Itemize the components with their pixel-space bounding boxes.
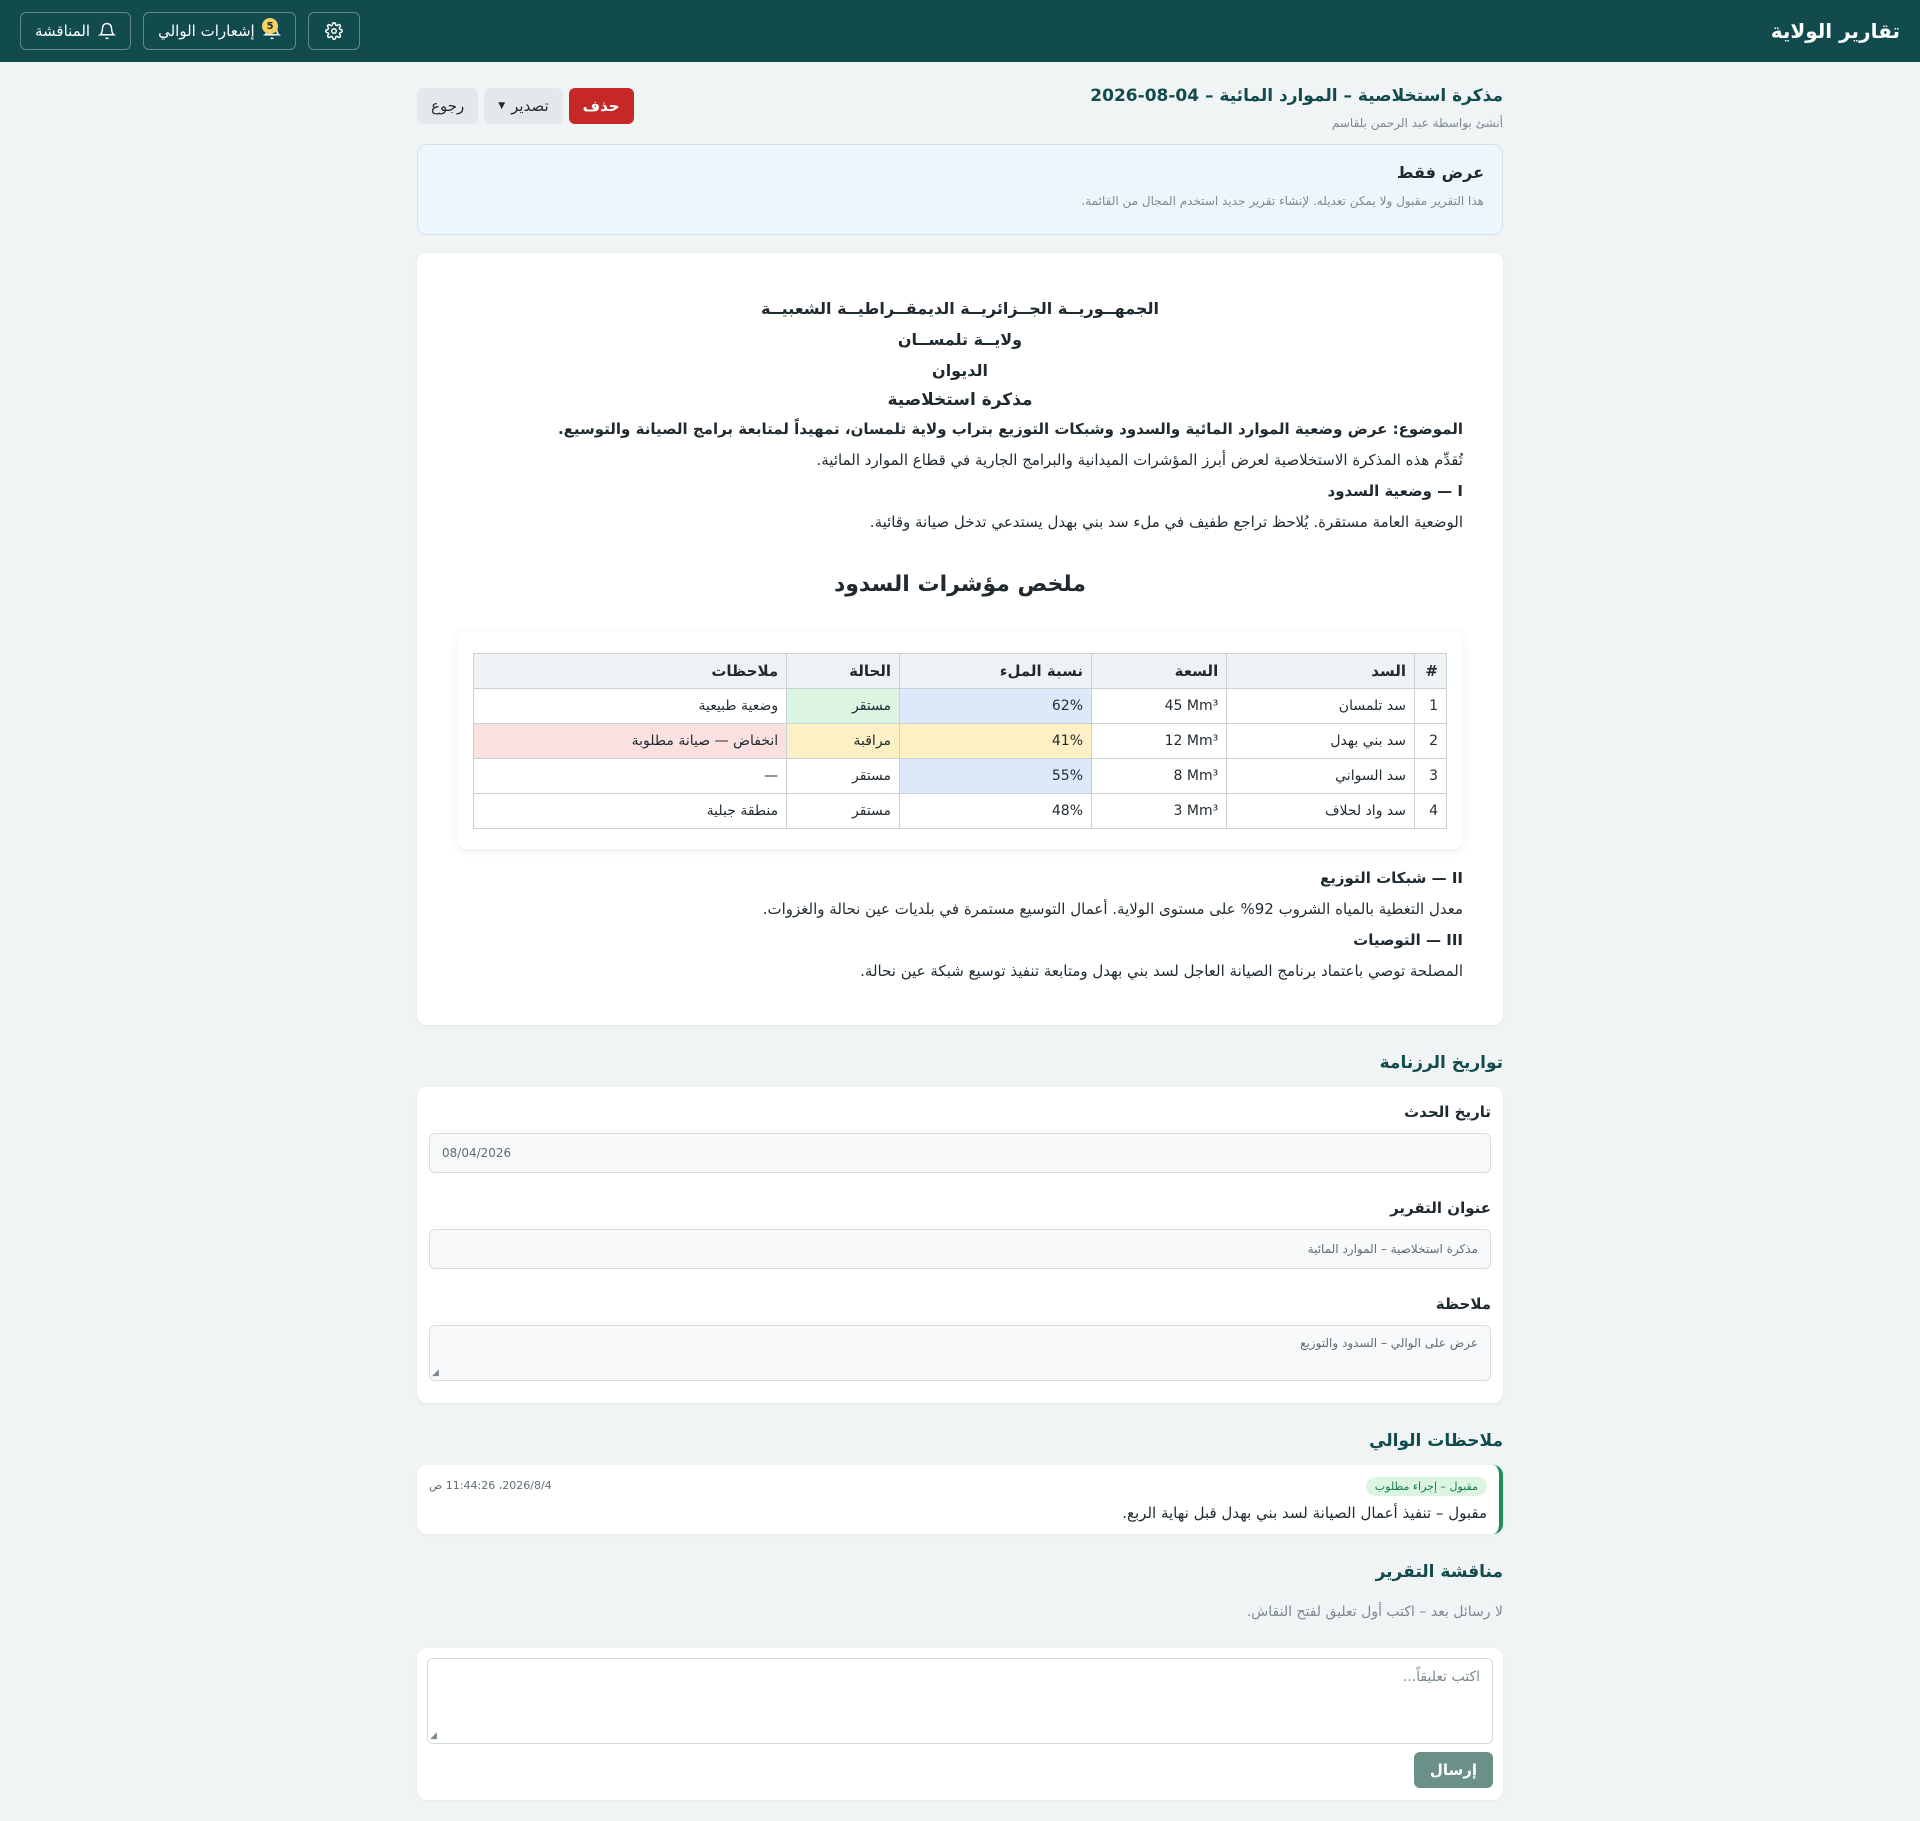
table-cell: سد تلمسان <box>1226 688 1415 724</box>
delete-button[interactable]: حذف <box>568 88 634 124</box>
dams-table: # السد السعة نسبة الملء الحالة ملاحظات 1… <box>472 653 1447 829</box>
status-badge: مقبول – إجراء مطلوب <box>1365 1477 1487 1496</box>
table-cell: 62% <box>899 688 1093 724</box>
dams-table-card: # السد السعة نسبة الملء الحالة ملاحظات 1… <box>457 631 1463 849</box>
calendar-section-title: تواريخ الرزنامة <box>1379 1053 1503 1073</box>
table-cell: مستقر <box>786 688 901 724</box>
send-button[interactable]: إرسال <box>1413 1752 1493 1788</box>
column-header: نسبة الملء <box>899 653 1093 689</box>
column-header: # <box>1414 653 1447 689</box>
section-text: المصلحة توصي باعتماد برنامج الصيانة العا… <box>860 962 1463 980</box>
document-letterhead: الجمهــوريــة الجــزائريــة الديمقــراطي… <box>457 293 1463 386</box>
note-label: ملاحظة <box>1435 1295 1491 1313</box>
notifications-label: إشعارات الوالي <box>158 22 255 40</box>
table-header-row: # السد السعة نسبة الملء الحالة ملاحظات <box>472 653 1447 689</box>
app-brand: تقارير الولاية <box>1770 19 1900 43</box>
letterhead-line: ولايــة تلمســان <box>897 330 1023 349</box>
table-cell: 12 Mm³ <box>1091 723 1228 759</box>
report-actions: حذف تصدير ▼ رجوع <box>417 88 634 124</box>
table-cell: مراقبة <box>786 723 901 759</box>
table-row: 2 سد بني بهدل 12 Mm³ 41% مراقبة انخفاض —… <box>472 723 1447 759</box>
readonly-title: عرض فقط <box>1396 163 1484 182</box>
column-header: الحالة <box>786 653 901 689</box>
table-cell: 1 <box>1414 688 1447 724</box>
note-value: عرض على الوالي – السدود والتوزيع <box>1300 1336 1478 1350</box>
notifications-count-badge: 5 <box>262 18 279 34</box>
table-title: ملخص مؤشرات السدود <box>833 572 1087 597</box>
note-textarea[interactable]: عرض على الوالي – السدود والتوزيع ◢ <box>429 1325 1491 1381</box>
event-date-label: تاريخ الحدث <box>1404 1103 1491 1121</box>
column-header: السعة <box>1091 653 1228 689</box>
report-author: أنشئ بواسطة عبد الرحمن بلقاسم <box>1331 116 1503 130</box>
table-cell: 2 <box>1414 723 1447 759</box>
readonly-notice: عرض فقط هذا التقرير مقبول ولا يمكن تعديل… <box>417 144 1503 235</box>
table-cell: منطقة جبلية <box>472 793 788 829</box>
governor-note: مقبول – إجراء مطلوب مقبول – تنفيذ أعمال … <box>417 1465 1503 1534</box>
discussion-section-title: مناقشة التقرير <box>1375 1562 1503 1582</box>
table-row: 4 سد واد لحلاف 3 Mm³ 48% مستقر منطقة جبل… <box>472 793 1447 829</box>
comment-composer: اكتب تعليقاً... ◢ إرسال <box>417 1648 1503 1800</box>
report-document: الجمهــوريــة الجــزائريــة الديمقــراطي… <box>417 253 1503 1025</box>
note-text: مقبول – تنفيذ أعمال الصيانة لسد بني بهدل… <box>1122 1504 1487 1522</box>
table-cell: 3 <box>1414 758 1447 794</box>
document-intro: تُقدِّم هذه المذكرة الاستخلاصية لعرض أبر… <box>816 451 1464 469</box>
event-date-input[interactable]: 08/04/2026 <box>429 1133 1491 1173</box>
document-subject: الموضوع: عرض وضعية الموارد المائية والسد… <box>557 420 1463 438</box>
gear-icon <box>324 22 343 40</box>
table-cell: مستقر <box>786 758 901 794</box>
export-dropdown-button[interactable]: تصدير ▼ <box>484 88 563 124</box>
main-content: مذكرة استخلاصية – الموارد المائية – 04-0… <box>417 62 1503 1800</box>
resize-grip-icon[interactable]: ◢ <box>430 1731 437 1741</box>
table-cell: 3 Mm³ <box>1091 793 1228 829</box>
resize-grip-icon[interactable]: ◢ <box>432 1368 439 1378</box>
note-timestamp: 2026/8/4، 11:44:26 ص <box>429 1479 552 1492</box>
table-row: 1 سد تلمسان 45 Mm³ 62% مستقر وضعية طبيعي… <box>472 688 1447 724</box>
table-cell: 4 <box>1414 793 1447 829</box>
table-row: 3 سد السواني 8 Mm³ 55% مستقر — <box>472 758 1447 794</box>
letterhead-line: الديوان <box>932 361 988 380</box>
discussion-empty-message: لا رسائل بعد – اكتب أول تعليق لفتح النقا… <box>1246 1604 1503 1620</box>
top-actions: المناقشة إشعارات الوالي 5 <box>20 12 360 50</box>
comment-input[interactable]: اكتب تعليقاً... ◢ <box>427 1658 1493 1744</box>
table-cell: 41% <box>899 723 1093 759</box>
comment-placeholder: اكتب تعليقاً... <box>1402 1669 1480 1685</box>
section-heading: III — التوصيات <box>1353 931 1463 949</box>
report-title-label: عنوان التقرير <box>1390 1199 1491 1217</box>
table-cell: 55% <box>899 758 1093 794</box>
table-cell: سد السواني <box>1226 758 1415 794</box>
calendar-form: تاريخ الحدث 08/04/2026 عنوان التقرير مذك… <box>417 1087 1503 1403</box>
column-header: ملاحظات <box>472 653 788 689</box>
table-cell: — <box>472 758 788 794</box>
report-header: مذكرة استخلاصية – الموارد المائية – 04-0… <box>417 86 1503 130</box>
table-cell: انخفاض — صيانة مطلوبة <box>472 723 788 759</box>
table-cell: 8 Mm³ <box>1091 758 1228 794</box>
section-text: الوضعية العامة مستقرة. يُلاحظ تراجع طفيف… <box>869 513 1463 531</box>
table-cell: 48% <box>899 793 1093 829</box>
section-text: معدل التغطية بالمياه الشروب 92% على مستو… <box>762 900 1463 918</box>
settings-button[interactable] <box>307 12 360 50</box>
table-cell: وضعية طبيعية <box>472 688 788 724</box>
report-title-input[interactable]: مذكرة استخلاصية – الموارد المائية <box>429 1229 1491 1269</box>
table-cell: مستقر <box>786 793 901 829</box>
report-title: مذكرة استخلاصية – الموارد المائية – 04-0… <box>1090 86 1503 106</box>
discussion-label: المناقشة <box>35 22 91 40</box>
caret-down-icon: ▼ <box>498 101 506 111</box>
top-bar: تقارير الولاية المناقشة إشعارات الوالي 5 <box>0 0 1920 62</box>
table-cell: 45 Mm³ <box>1091 688 1228 724</box>
governor-notes-title: ملاحظات الوالي <box>1369 1431 1503 1451</box>
table-cell: سد بني بهدل <box>1226 723 1415 759</box>
section-heading: II — شبكات التوزيع <box>1320 869 1463 887</box>
governor-notifications-button[interactable]: إشعارات الوالي 5 <box>143 12 296 50</box>
bell-icon <box>98 22 117 40</box>
section-heading: I — وضعية السدود <box>1327 482 1464 500</box>
export-label: تصدير <box>511 97 549 115</box>
column-header: السد <box>1226 653 1415 689</box>
document-title: مذكرة استخلاصية <box>887 390 1033 410</box>
letterhead-line: الجمهــوريــة الجــزائريــة الديمقــراطي… <box>761 299 1159 318</box>
back-button[interactable]: رجوع <box>417 88 479 124</box>
table-cell: سد واد لحلاف <box>1226 793 1415 829</box>
readonly-text: هذا التقرير مقبول ولا يمكن تعديله. لإنشا… <box>1081 194 1484 208</box>
discussion-button[interactable]: المناقشة <box>20 12 132 50</box>
